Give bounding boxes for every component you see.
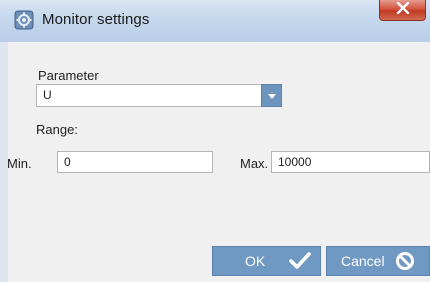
- parameter-select[interactable]: U: [36, 84, 282, 107]
- chevron-down-icon: [267, 87, 277, 105]
- prohibited-icon: [395, 251, 415, 271]
- checkmark-icon: [289, 252, 312, 270]
- cancel-button-label: Cancel: [341, 253, 385, 269]
- cancel-button[interactable]: Cancel: [326, 246, 430, 276]
- min-input[interactable]: [57, 151, 213, 173]
- title-bar[interactable]: Monitor settings: [0, 0, 430, 42]
- min-label: Min.: [7, 156, 32, 171]
- max-label: Max.: [240, 156, 269, 171]
- ok-button-label: OK: [245, 253, 266, 269]
- close-button[interactable]: [379, 0, 426, 21]
- close-icon: [396, 1, 410, 19]
- window-title: Monitor settings: [42, 11, 150, 28]
- max-input[interactable]: [271, 151, 430, 173]
- dialog-body: Parameter U Range: Min. Max. OK: [7, 42, 430, 282]
- ok-button[interactable]: OK: [212, 246, 321, 276]
- parameter-label: Parameter: [38, 68, 99, 83]
- gear-icon: [14, 10, 34, 30]
- range-label: Range:: [36, 122, 78, 137]
- monitor-settings-dialog: Monitor settings Parameter U Range: Min.: [0, 0, 430, 282]
- dropdown-arrow-button[interactable]: [261, 84, 282, 107]
- parameter-selected-value: U: [43, 88, 52, 102]
